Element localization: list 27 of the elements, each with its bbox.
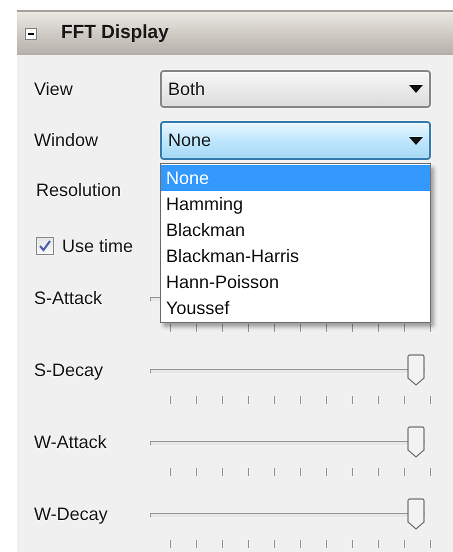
slider-thumb[interactable] — [407, 426, 425, 458]
slider-label: W-Attack — [34, 430, 108, 454]
slider[interactable] — [150, 498, 425, 530]
slider-thumb[interactable] — [407, 354, 425, 386]
field-label: View — [34, 78, 74, 100]
window-dropdown[interactable]: None — [160, 121, 431, 160]
field-label: Window — [34, 129, 100, 152]
caret-icon — [409, 85, 423, 93]
slider[interactable] — [150, 354, 425, 386]
dropdown-option[interactable]: Hamming — [161, 191, 430, 217]
panel-title: FFT Display — [61, 21, 169, 46]
view-dropdown[interactable]: Both — [160, 70, 431, 108]
dropdown-option[interactable]: Hann-Poisson — [161, 269, 430, 295]
checkbox-label: Use time — [62, 234, 134, 258]
slider-label: S-Attack — [34, 286, 104, 310]
slider-thumb[interactable] — [407, 498, 425, 530]
dropdown-option[interactable]: Youssef — [161, 295, 430, 321]
checkbox[interactable] — [36, 237, 54, 255]
collapse-toggle[interactable] — [25, 28, 37, 40]
caret-icon — [409, 136, 423, 144]
checkmark-icon — [39, 240, 51, 252]
slider-label: S-Decay — [34, 358, 104, 382]
dropdown-option[interactable]: Blackman — [161, 217, 430, 243]
field-label: Resolution — [36, 178, 122, 202]
dropdown-option[interactable]: Blackman-Harris — [161, 243, 430, 269]
slider-label: W-Decay — [34, 502, 109, 526]
slider[interactable] — [150, 426, 425, 458]
